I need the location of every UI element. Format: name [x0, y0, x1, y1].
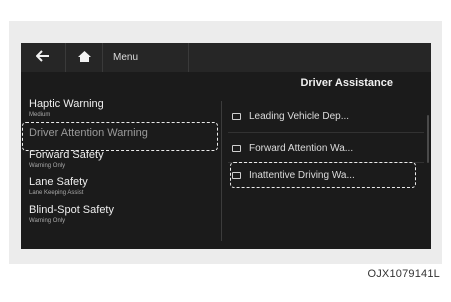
- menu-item-blind-spot-safety[interactable]: Blind-Spot Safety Warning Only: [21, 204, 217, 225]
- top-bar-blank: [190, 43, 431, 72]
- menu-item-haptic-warning[interactable]: Haptic Warning Medium: [21, 98, 217, 119]
- option-label: Forward Attention Wa...: [249, 142, 354, 154]
- infotainment-screen: Menu Driver Assistance Haptic Warning Me…: [21, 43, 431, 249]
- menu-item-title: Lane Safety: [29, 176, 88, 188]
- menu-label: Menu: [113, 52, 139, 63]
- home-button[interactable]: [66, 43, 103, 72]
- menu-item-subtitle: Warning Only: [29, 163, 66, 169]
- option-leading-vehicle-departure[interactable]: Leading Vehicle Dep...: [232, 105, 422, 127]
- right-selection-highlight: [230, 162, 416, 188]
- menu-item-subtitle: Lane Keeping Assist: [29, 190, 84, 196]
- menu-item-title: Blind-Spot Safety: [29, 204, 114, 216]
- figure-code: OJX1079141L: [367, 268, 440, 280]
- menu-item-lane-safety[interactable]: Lane Safety Lane Keeping Assist: [21, 176, 217, 197]
- home-icon: [77, 49, 91, 67]
- back-button[interactable]: [21, 43, 66, 72]
- menu-item-subtitle: Medium: [29, 112, 51, 118]
- menu-button[interactable]: Menu: [103, 43, 189, 72]
- left-selection-highlight: [22, 122, 218, 151]
- arrow-left-icon: [35, 49, 50, 67]
- top-bar: Menu: [21, 43, 431, 72]
- option-label: Leading Vehicle Dep...: [249, 110, 350, 122]
- scrollbar[interactable]: [427, 115, 429, 163]
- menu-item-title: Haptic Warning: [29, 98, 104, 110]
- pane-divider: [221, 101, 222, 241]
- feature-icon: [232, 112, 241, 120]
- feature-icon: [232, 144, 241, 152]
- section-title: Driver Assistance: [300, 77, 393, 89]
- option-forward-attention-warning[interactable]: Forward Attention Wa...: [232, 137, 422, 159]
- menu-item-subtitle: Warning Only: [29, 218, 66, 224]
- row-separator: [228, 132, 424, 133]
- menu-item-forward-safety[interactable]: Forward Safety Warning Only: [21, 149, 217, 170]
